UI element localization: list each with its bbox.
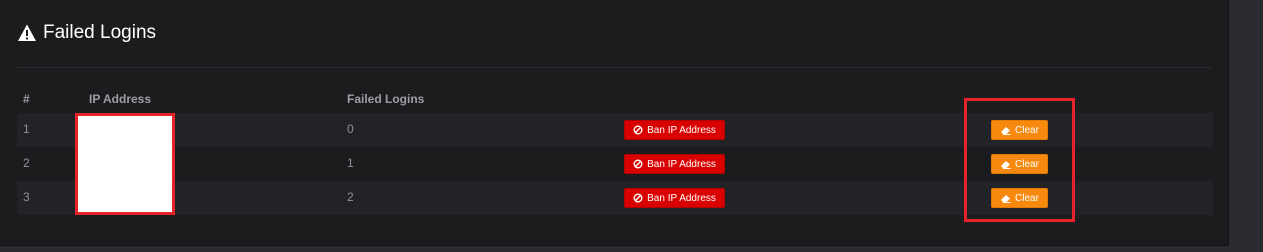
row-index: 1 — [23, 122, 30, 136]
row-failed-count: 0 — [347, 122, 354, 136]
row-index: 2 — [23, 156, 30, 170]
ban-icon — [633, 159, 643, 169]
ban-ip-button[interactable]: Ban IP Address — [624, 188, 725, 208]
column-header-failed-logins: Failed Logins — [347, 92, 425, 106]
ban-ip-button[interactable]: Ban IP Address — [624, 154, 725, 174]
row-failed-count: 1 — [347, 156, 354, 170]
column-header-index: # — [23, 92, 30, 106]
ban-ip-button[interactable]: Ban IP Address — [624, 120, 725, 140]
panel-title-text: Failed Logins — [43, 22, 157, 43]
column-header-ip-address: IP Address — [89, 92, 152, 106]
ban-ip-button-label: Ban IP Address — [647, 124, 716, 136]
ban-ip-button-label: Ban IP Address — [647, 192, 716, 204]
divider — [17, 67, 1213, 68]
highlight-box — [964, 98, 1075, 222]
row-failed-count: 2 — [347, 190, 354, 204]
ban-ip-button-label: Ban IP Address — [647, 158, 716, 170]
ban-icon — [633, 125, 643, 135]
ban-icon — [633, 193, 643, 203]
row-index: 3 — [23, 190, 30, 204]
redaction-box — [75, 113, 175, 215]
warning-triangle-icon — [18, 24, 36, 41]
panel-title: Failed Logins — [17, 21, 156, 45]
